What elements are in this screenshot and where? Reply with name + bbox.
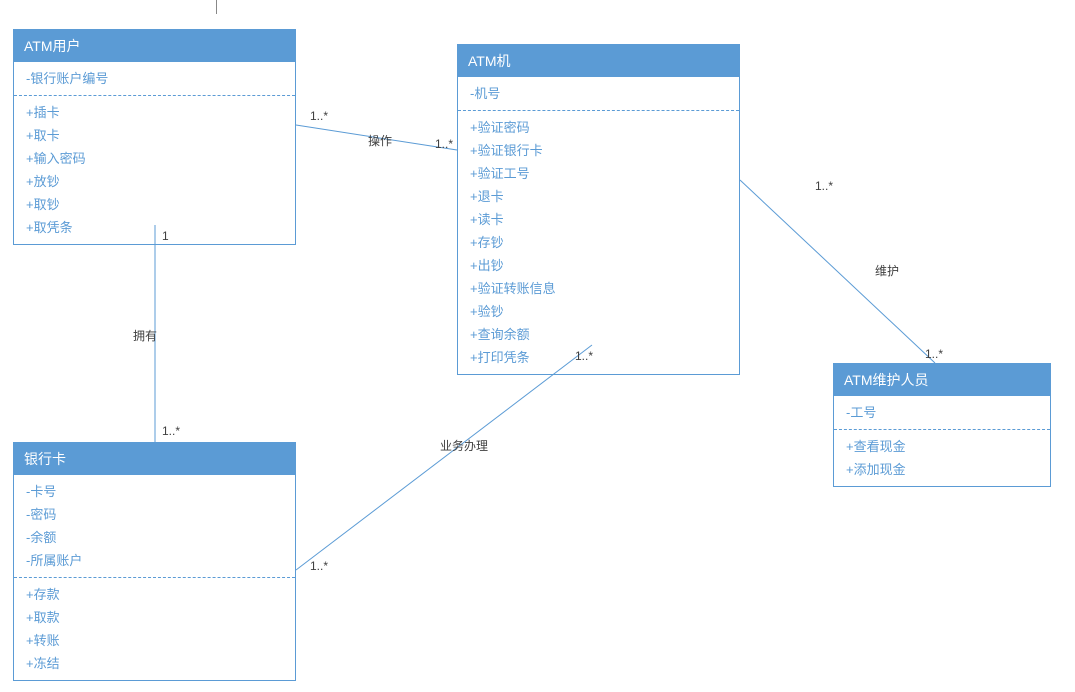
attributes-compartment: -卡号 -密码 -余额 -所属账户 [14,475,295,577]
attribute-row: -所属账户 [14,548,295,571]
operations-compartment: +存款 +取款 +转账 +冻结 [14,577,295,680]
operation-row: +取卡 [14,123,295,146]
assoc-card-machine [296,345,592,570]
operation-row: +添加现金 [834,457,1050,480]
class-atm-staff[interactable]: ATM维护人员 -工号 +查看现金 +添加现金 [833,363,1051,487]
operation-row: +出钞 [458,253,739,276]
assoc-user-machine [296,125,457,150]
mult-user-card-b: 1..* [162,424,180,438]
operation-row: +验钞 [458,299,739,322]
attributes-compartment: -工号 [834,396,1050,429]
mult-machine-staff-a: 1..* [815,179,833,193]
operations-compartment: +查看现金 +添加现金 [834,429,1050,486]
operation-row: +查看现金 [834,434,1050,457]
operation-row: +取凭条 [14,215,295,238]
operation-row: +退卡 [458,184,739,207]
operation-row: +验证密码 [458,115,739,138]
operations-compartment: +验证密码 +验证银行卡 +验证工号 +退卡 +读卡 +存钞 +出钞 +验证转账… [458,110,739,374]
operation-row: +取钞 [14,192,295,215]
label-machine-staff: 维护 [875,264,899,278]
attribute-row: -卡号 [14,479,295,502]
label-user-machine: 操作 [368,133,392,148]
operation-row: +存款 [14,582,295,605]
mult-user-machine-a: 1..* [310,109,328,123]
operation-row: +验证银行卡 [458,138,739,161]
operation-row: +冻结 [14,651,295,674]
class-title: ATM用户 [14,30,295,62]
operation-row: +插卡 [14,100,295,123]
operation-row: +读卡 [458,207,739,230]
attribute-row: -工号 [834,400,1050,423]
operation-row: +存钞 [458,230,739,253]
operation-row: +验证工号 [458,161,739,184]
assoc-machine-staff [740,180,935,363]
attribute-row: -机号 [458,81,739,104]
label-card-machine: 业务办理 [440,438,488,453]
attributes-compartment: -银行账户编号 [14,62,295,95]
class-title: ATM机 [458,45,739,77]
mult-machine-staff-b: 1..* [925,347,943,361]
operation-row: +放钞 [14,169,295,192]
operation-row: +打印凭条 [458,345,739,368]
attribute-row: -银行账户编号 [14,66,295,89]
operation-row: +查询余额 [458,322,739,345]
operation-row: +验证转账信息 [458,276,739,299]
attribute-row: -余额 [14,525,295,548]
attributes-compartment: -机号 [458,77,739,110]
class-title: ATM维护人员 [834,364,1050,396]
decorative-tick [216,0,217,14]
attribute-row: -密码 [14,502,295,525]
mult-card-machine-a: 1..* [310,559,328,573]
class-atm-machine[interactable]: ATM机 -机号 +验证密码 +验证银行卡 +验证工号 +退卡 +读卡 +存钞 … [457,44,740,375]
class-bank-card[interactable]: 银行卡 -卡号 -密码 -余额 -所属账户 +存款 +取款 +转账 +冻结 [13,442,296,681]
mult-user-machine-b: 1..* [435,137,453,151]
class-atm-user[interactable]: ATM用户 -银行账户编号 +插卡 +取卡 +输入密码 +放钞 +取钞 +取凭条 [13,29,296,245]
label-user-card: 拥有 [133,329,157,343]
operations-compartment: +插卡 +取卡 +输入密码 +放钞 +取钞 +取凭条 [14,95,295,244]
operation-row: +转账 [14,628,295,651]
operation-row: +取款 [14,605,295,628]
class-title: 银行卡 [14,443,295,475]
operation-row: +输入密码 [14,146,295,169]
